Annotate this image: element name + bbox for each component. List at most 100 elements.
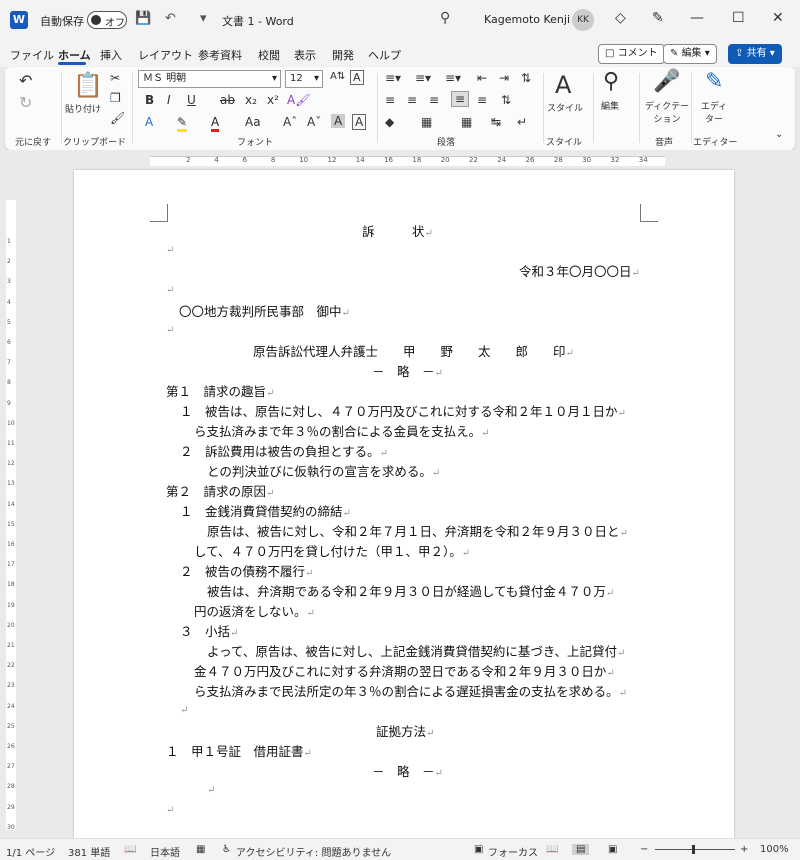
page-count[interactable]: 1/1 ページ bbox=[6, 844, 55, 859]
word-count[interactable]: 381 単語 bbox=[68, 844, 110, 859]
tab-developer[interactable]: 開発 bbox=[332, 47, 354, 63]
document-line[interactable]: 第２ 請求の原因↵ bbox=[166, 481, 274, 500]
bold-icon[interactable]: B bbox=[145, 93, 154, 107]
strikethrough-icon[interactable]: ab bbox=[220, 93, 235, 107]
maximize-button[interactable]: ☐ bbox=[732, 10, 745, 26]
proofing-icon[interactable]: 📖 bbox=[124, 844, 136, 855]
document-line[interactable]: ら支払済みまで年３％の割合による金員を支払え。↵ bbox=[194, 421, 490, 440]
line-spacing-icon[interactable]: ⇅ bbox=[501, 93, 511, 107]
underline-icon[interactable]: U bbox=[187, 93, 196, 107]
document-line[interactable]: ↵ bbox=[166, 281, 174, 296]
document-line[interactable]: 原告訴訟代理人弁護士 甲 野 太 郎 印↵ bbox=[253, 341, 574, 360]
document-line[interactable]: 金４７０万円及びこれに対する弁済期の翌日である令和２年９月３０日か↵ bbox=[194, 661, 615, 680]
autosave-toggle[interactable]: オフ bbox=[87, 11, 127, 29]
share-button[interactable]: ⇪ 共有 ▾ bbox=[728, 44, 782, 64]
font-size-icon[interactable]: A⇅ bbox=[330, 71, 345, 82]
change-case-icon[interactable]: Aa bbox=[245, 115, 261, 129]
decrease-indent-icon[interactable]: ⇤ bbox=[477, 71, 487, 85]
paste-icon[interactable]: 📋 bbox=[73, 71, 103, 99]
zoom-out-button[interactable]: − bbox=[640, 844, 648, 855]
document-line[interactable]: １ 甲１号証 借用証書↵ bbox=[166, 741, 312, 760]
zoom-in-button[interactable]: + bbox=[740, 844, 748, 855]
multilevel-list-icon[interactable]: ≡▾ bbox=[445, 71, 461, 85]
document-line[interactable]: して、４７０万円を貸し付けた（甲１、甲２）。↵ bbox=[194, 541, 470, 560]
styles-button-label[interactable]: スタイル bbox=[547, 101, 583, 114]
tab-insert[interactable]: 挿入 bbox=[100, 47, 122, 63]
accessibility-status[interactable]: アクセシビリティ: 問題ありません bbox=[236, 844, 391, 859]
clear-format-icon[interactable]: A bbox=[350, 70, 364, 85]
highlight-icon[interactable]: ✎ bbox=[177, 115, 188, 132]
document-line[interactable]: － 略 －↵ bbox=[372, 361, 443, 380]
styles-icon[interactable]: A bbox=[555, 71, 571, 99]
tab-file[interactable]: ファイル bbox=[10, 47, 54, 63]
document-line[interactable]: 被告は、弁済期である令和２年９月３０日が経過しても貸付金４７０万↵ bbox=[207, 581, 614, 600]
shading-icon[interactable]: ◆ bbox=[385, 115, 394, 129]
cut-icon[interactable]: ✂ bbox=[110, 71, 120, 85]
search-icon[interactable]: ⚲ bbox=[440, 10, 450, 26]
microphone-icon[interactable]: 🎤 bbox=[653, 69, 680, 94]
font-name-select[interactable]: ＭＳ 明朝 ▾ bbox=[138, 70, 281, 88]
text-effect-icon[interactable]: A bbox=[145, 115, 153, 129]
redo-icon[interactable]: ↻ bbox=[19, 93, 32, 112]
undo-icon[interactable]: ↶ bbox=[19, 71, 32, 90]
minimize-button[interactable]: — bbox=[690, 10, 704, 26]
document-line[interactable]: 〇〇地方裁判所民事部 御中↵ bbox=[179, 301, 350, 320]
document-line[interactable]: ら支払済みまで民法所定の年３％の割合による遅延損害金の支払を求める。↵ bbox=[194, 681, 627, 700]
document-line[interactable]: との判決並びに仮執行の宣言を求める。↵ bbox=[207, 461, 440, 480]
tab-references[interactable]: 参考資料 bbox=[198, 47, 242, 63]
user-name[interactable]: Kagemoto Kenji bbox=[484, 13, 570, 26]
char-shading-icon[interactable]: A bbox=[331, 114, 346, 128]
tab-layout[interactable]: レイアウト bbox=[138, 47, 193, 63]
zoom-slider[interactable] bbox=[655, 849, 735, 850]
asian-layout-icon[interactable]: ▦ bbox=[461, 115, 472, 129]
web-layout-icon[interactable]: ▣ bbox=[608, 844, 617, 855]
font-color-icon[interactable]: A bbox=[211, 115, 220, 132]
tab-help[interactable]: ヘルプ bbox=[368, 47, 401, 63]
tab-review[interactable]: 校閲 bbox=[258, 47, 280, 63]
document-line[interactable]: 円の返済をしない。↵ bbox=[194, 601, 315, 620]
bullets-icon[interactable]: ≡▾ bbox=[385, 71, 401, 85]
justify-icon[interactable]: ≡ bbox=[451, 91, 470, 107]
avatar[interactable]: KK bbox=[572, 9, 594, 31]
shrink-font-icon[interactable]: Aˇ bbox=[307, 115, 321, 129]
document-line[interactable]: ↵ bbox=[166, 321, 174, 336]
editing-label[interactable]: 編集 bbox=[601, 99, 619, 112]
document-line[interactable]: 第１ 請求の趣旨↵ bbox=[166, 381, 274, 400]
collapse-ribbon-icon[interactable]: ⌄ bbox=[775, 129, 783, 140]
document-line[interactable]: ３ 小括↵ bbox=[180, 621, 238, 640]
tab-home[interactable]: ホーム bbox=[58, 47, 91, 63]
borders-icon[interactable]: ▦ bbox=[421, 115, 432, 129]
dictate-label[interactable]: ディクテーション bbox=[644, 99, 690, 125]
save-icon[interactable]: 💾 bbox=[135, 11, 151, 26]
document-line[interactable]: 原告は、被告に対し、令和２年７月１日、弁済期を令和２年９月３０日と↵ bbox=[207, 521, 628, 540]
undo-quick-icon[interactable]: ↶ bbox=[165, 11, 176, 26]
editor-button-label[interactable]: エディター bbox=[699, 99, 729, 125]
copy-icon[interactable]: ❐ bbox=[110, 91, 121, 105]
language[interactable]: 日本語 bbox=[150, 844, 180, 859]
italic-icon[interactable]: I bbox=[167, 93, 171, 107]
char-border-icon[interactable]: A bbox=[352, 114, 367, 130]
document-line[interactable]: ↵ bbox=[207, 781, 215, 796]
read-mode-icon[interactable]: 📖 bbox=[546, 844, 558, 855]
text-predictions-icon[interactable]: ▦ bbox=[196, 844, 205, 855]
numbering-icon[interactable]: ≡▾ bbox=[415, 71, 431, 85]
close-button[interactable]: ✕ bbox=[772, 10, 784, 26]
document-line[interactable]: ２ 被告の債務不履行↵ bbox=[180, 561, 313, 580]
text-direction-icon[interactable]: ↹ bbox=[491, 115, 501, 129]
document-line[interactable]: １ 金銭消費貸借契約の締結↵ bbox=[180, 501, 351, 520]
text-effects-icon[interactable]: A🖌 bbox=[287, 93, 310, 107]
zoom-level[interactable]: 100% bbox=[760, 844, 789, 855]
grow-font-icon[interactable]: Aˆ bbox=[283, 115, 297, 129]
increase-indent-icon[interactable]: ⇥ bbox=[499, 71, 509, 85]
paste-label[interactable]: 貼り付け bbox=[65, 102, 101, 115]
comment-button[interactable]: □ コメント bbox=[598, 44, 665, 64]
edit-mode-button[interactable]: ✎ 編集 ▾ bbox=[663, 44, 717, 64]
document-line[interactable]: 証拠方法↵ bbox=[376, 721, 434, 740]
print-layout-icon[interactable]: ▤ bbox=[572, 844, 590, 855]
document-line[interactable]: １ 被告は、原告に対し、４７０万円及びこれに対する令和２年１０月１日か↵ bbox=[180, 401, 626, 420]
align-right-icon[interactable]: ≡ bbox=[429, 93, 439, 107]
accessibility-icon[interactable]: ♿ bbox=[222, 844, 231, 855]
document-line[interactable]: ↵ bbox=[166, 801, 174, 816]
pen-icon[interactable]: ✎ bbox=[652, 10, 664, 26]
document-line[interactable]: ↵ bbox=[166, 241, 174, 256]
